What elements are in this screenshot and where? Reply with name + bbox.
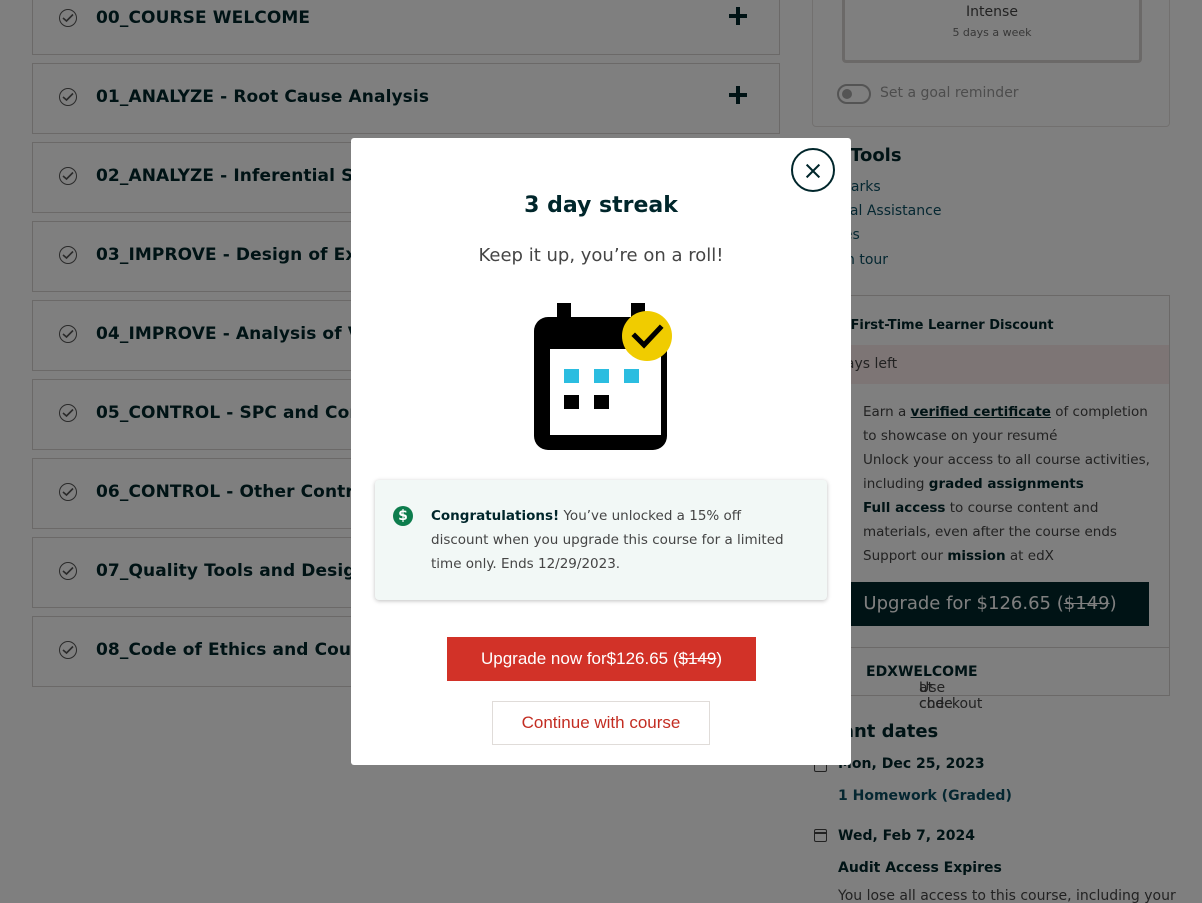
old-price: $149 — [678, 649, 717, 668]
upgrade-price-text: ) — [716, 649, 723, 668]
congrats-bold: Congratulations! — [431, 508, 560, 524]
congrats-message: Congratulations! You’ve unlocked a 15% o… — [431, 504, 801, 576]
upgrade-now-button[interactable]: Upgrade now for$126.65 ($149) — [447, 637, 756, 681]
discount-congrats-alert: $ Congratulations! You’ve unlocked a 15%… — [375, 480, 827, 600]
dollar-circle-icon: $ — [393, 506, 413, 526]
calendar-check-icon — [534, 303, 672, 450]
streak-title: 3 day streak — [524, 193, 678, 218]
upgrade-price-text: Upgrade now for$126.65 ( — [480, 649, 679, 668]
streak-modal: 3 day streak Keep it up, you’re on a rol… — [351, 138, 851, 765]
close-icon[interactable] — [791, 148, 835, 192]
continue-with-course-button[interactable]: Continue with course — [492, 701, 710, 745]
streak-subtitle: Keep it up, you’re on a roll! — [478, 245, 724, 266]
